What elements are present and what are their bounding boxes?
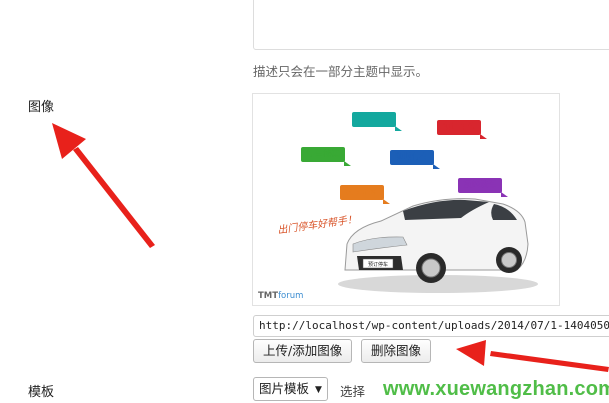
template-select-hint: 选择 bbox=[340, 384, 366, 399]
preview-watermark: TMTforum bbox=[258, 291, 304, 301]
template-field-label: 模板 bbox=[28, 385, 55, 400]
image-preview: 停车指数 预订车位 停车秘籍 随时停车 洗车活动 预约洗车 出门停车好帮手！ 预… bbox=[252, 93, 560, 306]
license-plate-text: 预订停车 bbox=[368, 261, 388, 268]
annotation-arrow-remove-button bbox=[456, 340, 609, 372]
template-select[interactable]: 图片模板 ▼ bbox=[253, 377, 328, 401]
description-textarea[interactable] bbox=[253, 0, 609, 50]
site-watermark: www.xuewangzhan.com bbox=[383, 378, 609, 400]
description-hint: 描述只会在一部分主题中显示。 bbox=[253, 64, 429, 79]
image-url-input[interactable]: http://localhost/wp-content/uploads/2014… bbox=[253, 315, 609, 337]
car-illustration: 预订停车 bbox=[338, 198, 538, 293]
annotation-arrow-image-label bbox=[52, 123, 155, 248]
template-select-value: 图片模板 bbox=[259, 381, 310, 396]
image-field-label: 图像 bbox=[28, 100, 55, 115]
upload-image-button[interactable]: 上传/添加图像 bbox=[253, 339, 353, 363]
remove-image-button[interactable]: 删除图像 bbox=[361, 339, 432, 363]
chevron-down-icon: ▼ bbox=[315, 385, 322, 395]
